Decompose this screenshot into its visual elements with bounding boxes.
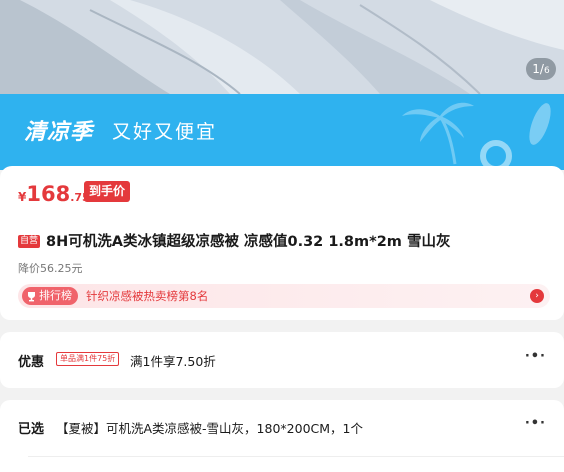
- gallery-pager: 1/6: [526, 58, 556, 80]
- promo-banner[interactable]: 清凉季 又好又便宜: [0, 94, 564, 170]
- ranking-badge: 排行榜: [22, 287, 78, 305]
- banner-title: 清凉季: [24, 120, 94, 145]
- offer-text: 满1件享7.50折: [130, 354, 216, 369]
- offer-label: 优惠: [18, 355, 45, 370]
- ranking-bar[interactable]: 排行榜 针织凉感被热卖榜第8名 ›: [18, 284, 550, 308]
- bedding-photo: [0, 0, 564, 94]
- final-price-tag: 到手价: [84, 181, 131, 202]
- selected-row[interactable]: 已选 【夏被】可机洗A类凉感被-雪山灰，180*200CM，1个 ·•·: [0, 400, 564, 472]
- palm-tree-icon: [402, 102, 474, 165]
- selected-label: 已选: [18, 422, 45, 437]
- banner-subtitle: 又好又便宜: [112, 121, 218, 143]
- offer-tag: 单品满1件75折: [56, 352, 120, 366]
- divider: [28, 456, 564, 457]
- price-integer: 168: [26, 182, 71, 206]
- selected-text: 【夏被】可机洗A类凉感被-雪山灰，180*200CM，1个: [56, 421, 363, 436]
- product-info-card: ¥168.75 到手价 自营 8H可机洗A类冰镇超级凉感被 凉感值0.32 1.…: [0, 166, 564, 320]
- ranking-badge-label: 排行榜: [39, 289, 72, 302]
- surfboard-icon: [529, 103, 551, 145]
- product-image[interactable]: 1/6: [0, 0, 564, 94]
- more-dots-icon[interactable]: ·•·: [525, 416, 546, 431]
- ranking-text: 针织凉感被热卖榜第8名: [86, 289, 209, 303]
- gallery-current: 1: [532, 62, 540, 76]
- offer-row[interactable]: 优惠 单品满1件75折 满1件享7.50折 ·•·: [0, 332, 564, 388]
- chevron-right-icon[interactable]: ›: [530, 289, 544, 303]
- gallery-total: 6: [543, 65, 550, 76]
- trophy-icon: [28, 291, 35, 301]
- product-title: 8H可机洗A类冰镇超级凉感被 凉感值0.32 1.8m*2m 雪山灰: [46, 234, 451, 250]
- price-drop: 降价56.25元: [18, 262, 83, 275]
- more-dots-icon[interactable]: ·•·: [525, 349, 546, 364]
- price: ¥168.75: [18, 182, 90, 206]
- self-operated-badge: 自营: [18, 235, 41, 248]
